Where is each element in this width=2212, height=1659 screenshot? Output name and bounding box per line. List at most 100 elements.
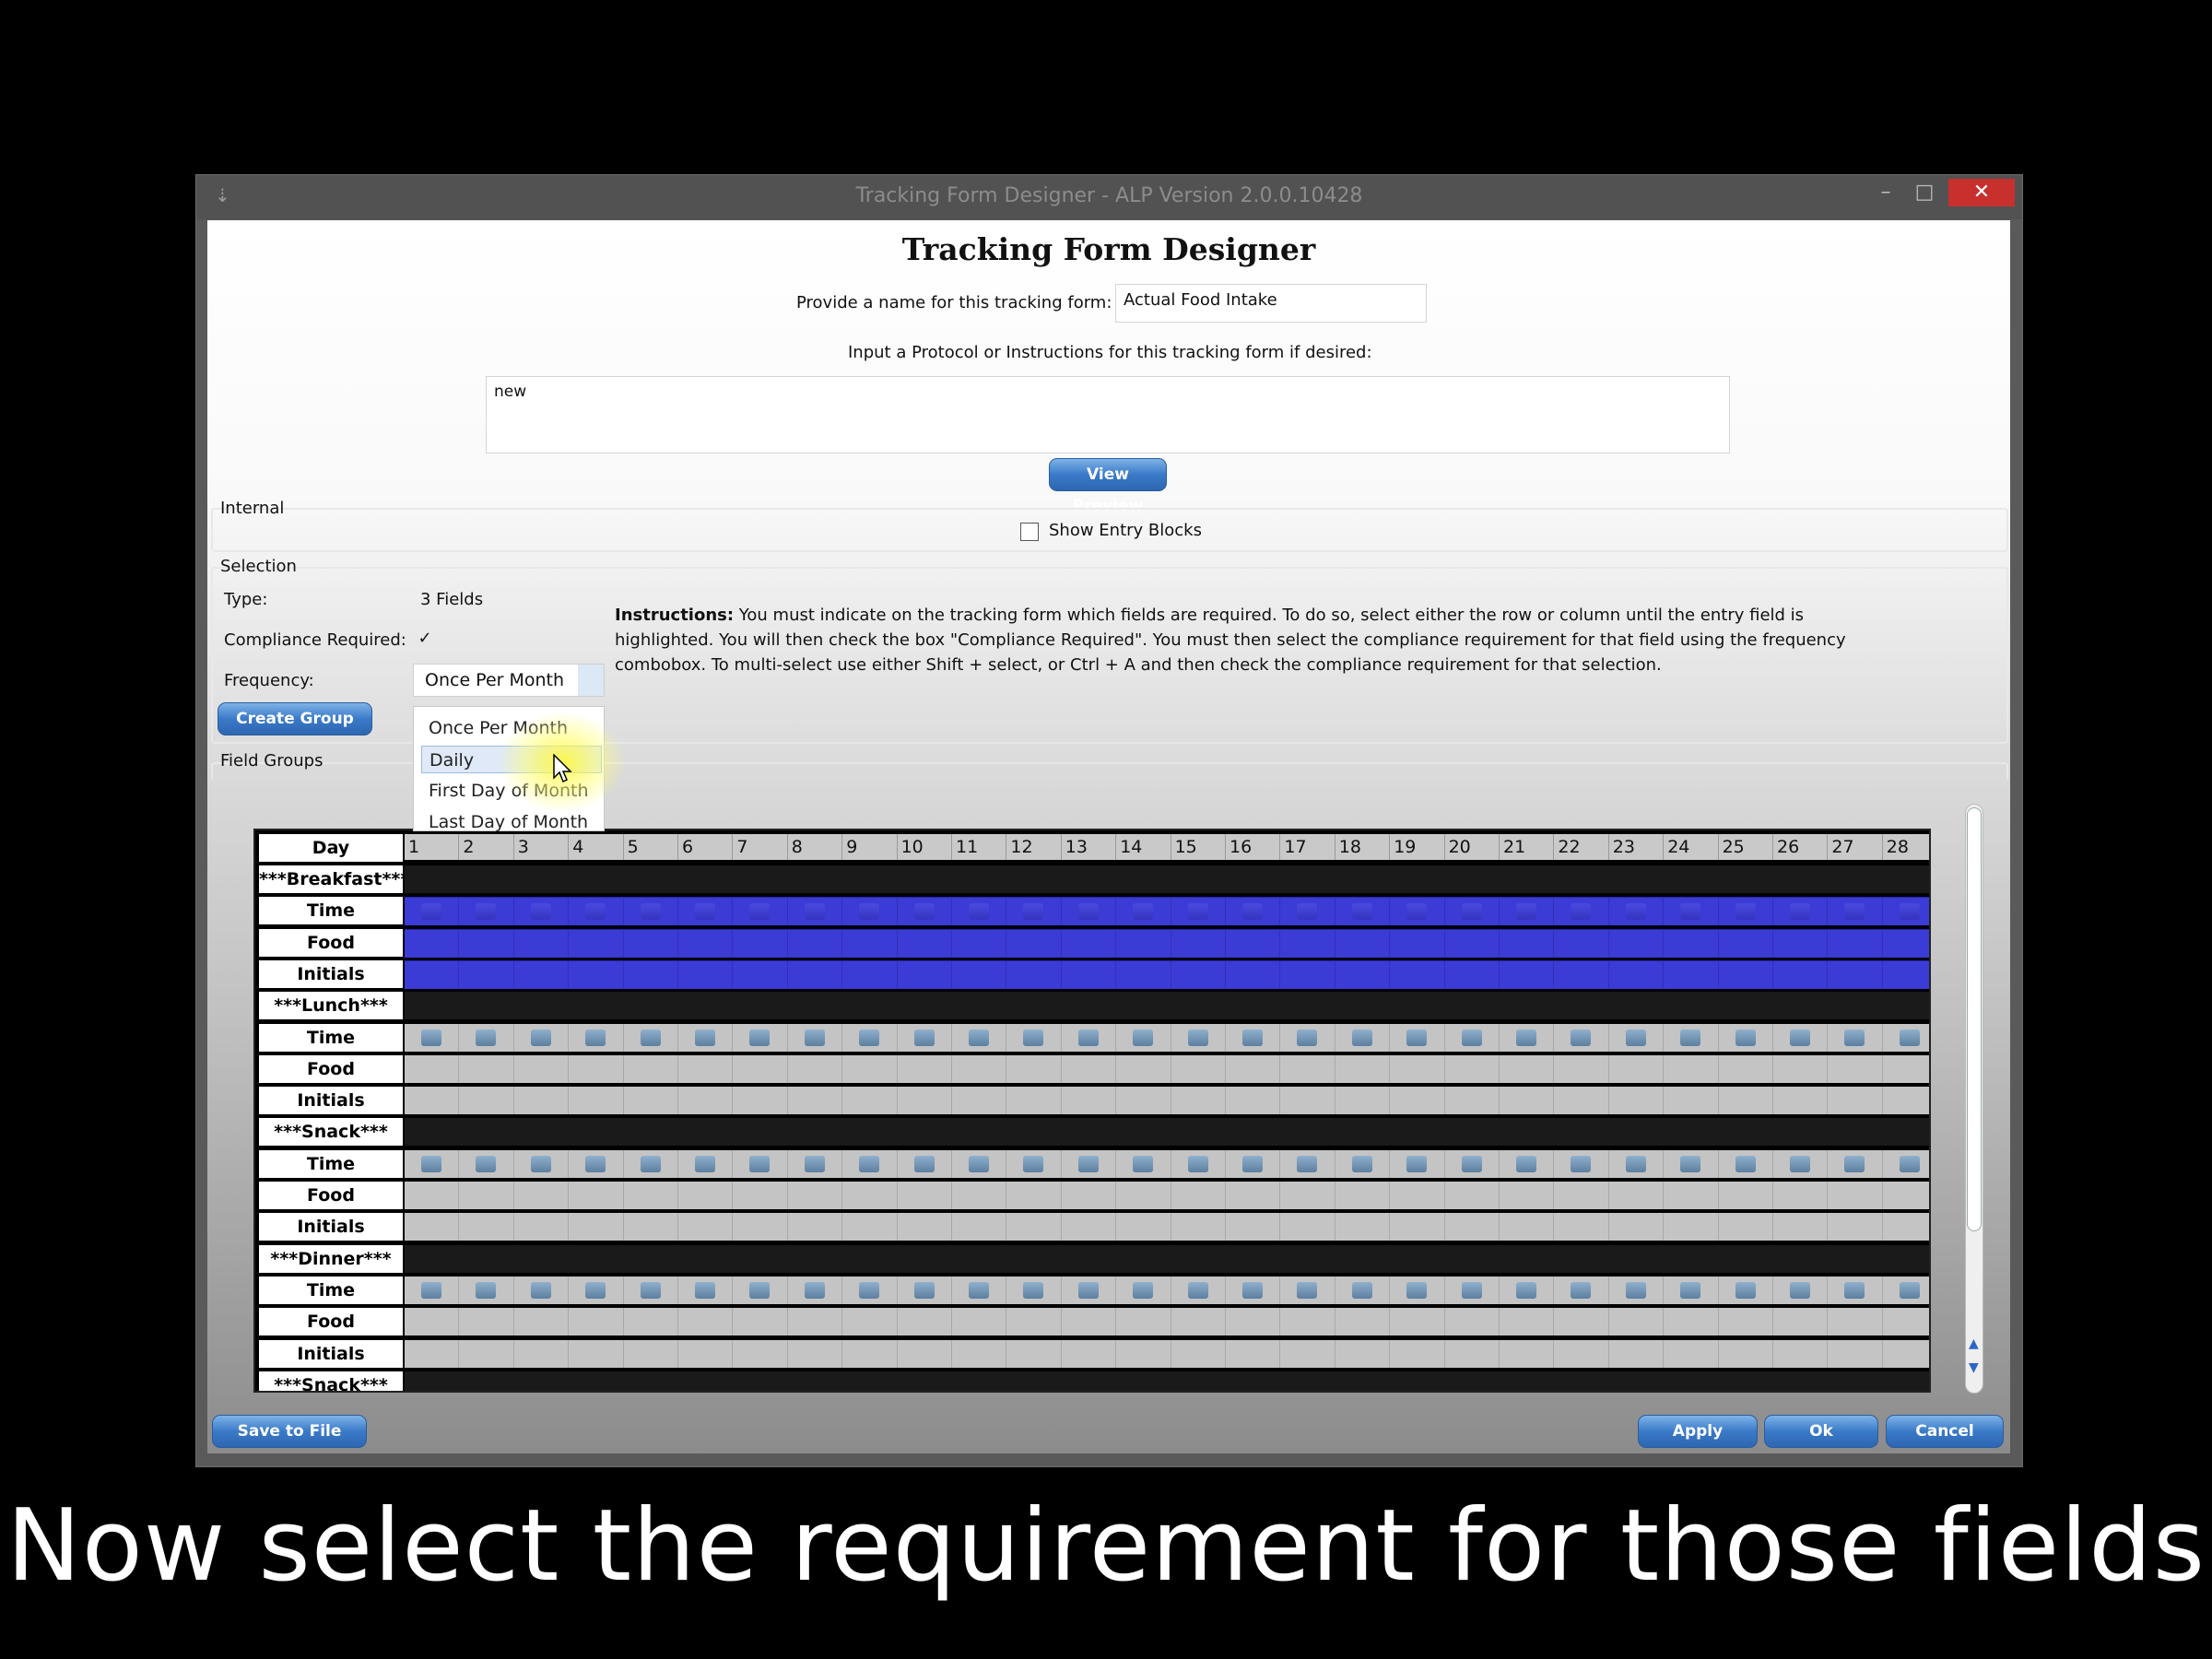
entry-cell[interactable]	[1719, 1308, 1773, 1336]
entry-cell[interactable]	[842, 929, 898, 958]
create-group-button[interactable]: Create Group	[218, 702, 372, 735]
entry-cell[interactable]	[459, 1308, 514, 1336]
entry-cell[interactable]	[569, 1087, 624, 1115]
entry-cell[interactable]	[1280, 1054, 1335, 1083]
entry-cell[interactable]	[678, 1054, 734, 1083]
entry-cell[interactable]	[1828, 1023, 1883, 1052]
entry-cell[interactable]	[1280, 1213, 1335, 1241]
entry-cell[interactable]	[733, 1023, 788, 1052]
entry-cell[interactable]	[1280, 1023, 1335, 1052]
time-dropdown-icon[interactable]	[1571, 1155, 1592, 1172]
entry-cell[interactable]	[1280, 1087, 1335, 1115]
entry-cell[interactable]	[842, 1054, 898, 1083]
time-dropdown-icon[interactable]	[640, 1281, 661, 1299]
entry-cell[interactable]	[1226, 1023, 1281, 1052]
entry-cell[interactable]	[569, 1182, 624, 1209]
time-dropdown-icon[interactable]	[1406, 1281, 1428, 1299]
entry-cell[interactable]	[898, 1149, 952, 1178]
entry-cell[interactable]	[1883, 1182, 1929, 1209]
entry-cell[interactable]	[1006, 1276, 1062, 1304]
entry-cell[interactable]	[1226, 1054, 1281, 1083]
entry-cell[interactable]	[1773, 1087, 1829, 1115]
entry-cell[interactable]	[952, 960, 1007, 989]
time-dropdown-icon[interactable]	[421, 903, 441, 921]
entry-cell[interactable]	[1883, 1150, 1929, 1178]
entry-cell[interactable]	[1171, 960, 1226, 989]
entry-cell[interactable]	[898, 1054, 952, 1083]
time-dropdown-icon[interactable]	[1133, 1155, 1154, 1172]
entry-cell[interactable]	[1828, 960, 1883, 989]
entry-cell[interactable]	[842, 960, 898, 989]
entry-row[interactable]	[405, 897, 1929, 926]
entry-cell[interactable]	[1664, 960, 1719, 989]
entry-cell[interactable]	[569, 1339, 624, 1368]
entry-cell[interactable]	[678, 1213, 734, 1241]
entry-cell[interactable]	[1445, 1339, 1500, 1368]
time-dropdown-icon[interactable]	[1023, 1155, 1044, 1172]
time-dropdown-icon[interactable]	[913, 1029, 935, 1046]
time-dropdown-icon[interactable]	[530, 903, 551, 921]
entry-cell[interactable]	[1390, 1149, 1445, 1178]
entry-cell[interactable]	[952, 1023, 1007, 1052]
entry-cell[interactable]	[1664, 1182, 1719, 1209]
time-dropdown-icon[interactable]	[1297, 1155, 1318, 1172]
protocol-textarea[interactable]: new	[486, 376, 1730, 453]
entry-cell[interactable]	[1554, 1276, 1609, 1304]
entry-cell[interactable]	[1883, 1087, 1929, 1114]
entry-cell[interactable]	[1335, 1308, 1391, 1336]
day-column-header[interactable]: 18	[1335, 834, 1391, 860]
row-label[interactable]: Food	[259, 1054, 403, 1083]
entry-cell[interactable]	[1609, 1213, 1665, 1241]
entry-cell[interactable]	[788, 1182, 843, 1209]
time-dropdown-icon[interactable]	[1680, 1281, 1701, 1299]
entry-row[interactable]	[405, 1054, 1929, 1083]
entry-cell[interactable]	[514, 1182, 570, 1209]
entry-cell[interactable]	[788, 1149, 843, 1178]
day-column-header[interactable]: 9	[842, 834, 898, 860]
time-dropdown-icon[interactable]	[421, 1155, 441, 1172]
entry-cell[interactable]	[898, 1182, 952, 1209]
entry-cell[interactable]	[1445, 1149, 1500, 1178]
entry-cell[interactable]	[1773, 1339, 1829, 1368]
entry-cell[interactable]	[733, 1087, 788, 1115]
row-label[interactable]: ***Breakfast***	[259, 865, 409, 893]
time-dropdown-icon[interactable]	[749, 1029, 771, 1046]
entry-cell[interactable]	[1664, 898, 1719, 926]
entry-cell[interactable]	[1445, 1023, 1500, 1052]
entry-cell[interactable]	[1664, 1054, 1719, 1083]
entry-cell[interactable]	[1116, 1213, 1171, 1241]
time-dropdown-icon[interactable]	[749, 903, 771, 921]
entry-cell[interactable]	[898, 1339, 952, 1368]
time-dropdown-icon[interactable]	[585, 1155, 606, 1172]
entry-cell[interactable]	[514, 960, 570, 989]
entry-cell[interactable]	[842, 1087, 898, 1115]
time-dropdown-icon[interactable]	[476, 1029, 497, 1046]
entry-cell[interactable]	[405, 1276, 460, 1304]
entry-cell[interactable]	[624, 1023, 678, 1052]
time-dropdown-icon[interactable]	[1571, 1281, 1592, 1299]
entry-cell[interactable]	[405, 929, 460, 958]
entry-cell[interactable]	[1883, 1277, 1929, 1304]
entry-cell[interactable]	[1828, 1054, 1883, 1083]
entry-cell[interactable]	[1062, 1213, 1117, 1241]
entry-cell[interactable]	[678, 960, 734, 989]
entry-cell[interactable]	[569, 898, 624, 926]
entry-cell[interactable]	[1719, 1182, 1773, 1209]
time-dropdown-icon[interactable]	[969, 1281, 989, 1299]
time-dropdown-icon[interactable]	[1625, 1155, 1646, 1172]
time-dropdown-icon[interactable]	[695, 1029, 715, 1046]
save-to-file-button[interactable]: Save to File	[212, 1415, 367, 1448]
time-dropdown-icon[interactable]	[1461, 903, 1482, 921]
entry-cell[interactable]	[1500, 1339, 1555, 1368]
entry-cell[interactable]	[1226, 898, 1281, 926]
time-dropdown-icon[interactable]	[1187, 1029, 1208, 1046]
entry-cell[interactable]	[842, 1023, 898, 1052]
time-dropdown-icon[interactable]	[1077, 903, 1099, 921]
entry-cell[interactable]	[514, 1308, 570, 1336]
time-dropdown-icon[interactable]	[695, 903, 715, 921]
entry-cell[interactable]	[1390, 1213, 1445, 1241]
entry-row[interactable]	[405, 1182, 1929, 1209]
entry-cell[interactable]	[1062, 1276, 1117, 1304]
entry-cell[interactable]	[1171, 1182, 1226, 1209]
day-column-header[interactable]: 24	[1664, 834, 1719, 860]
